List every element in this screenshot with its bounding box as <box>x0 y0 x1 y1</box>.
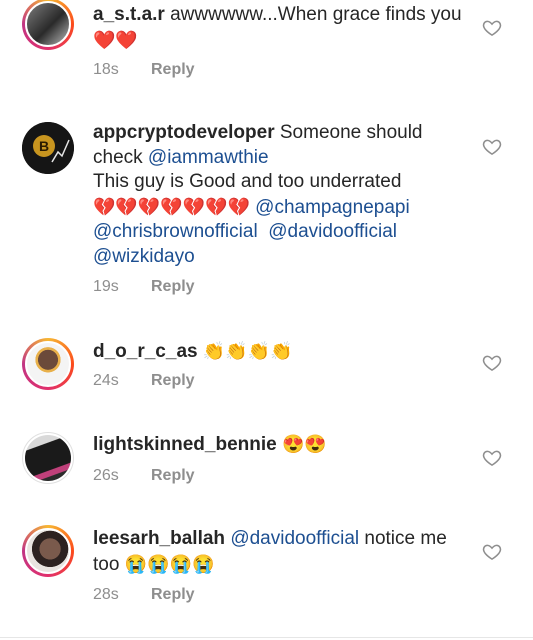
comment-timestamp: 28s <box>93 586 119 603</box>
comment-meta: 26s Reply <box>93 467 195 485</box>
comment-text: appcryptodeveloper Someone should check … <box>93 121 473 269</box>
mention-link[interactable]: @davidoofficial <box>268 221 397 242</box>
comment-username[interactable]: d_o_r_c_as <box>93 341 198 362</box>
comment-text: leesarh_ballah @davidoofficial notice me… <box>93 527 473 577</box>
emoji-group: 😍😍 <box>281 434 327 454</box>
emoji-group: ❤️❤️ <box>93 29 138 50</box>
comment-text: a_s.t.a.r awwwwww...When grace finds you… <box>93 3 473 53</box>
comment-body: This guy is Good and too underrated <box>93 171 402 192</box>
reply-button[interactable]: Reply <box>151 586 195 603</box>
heart-outline-icon[interactable] <box>482 18 502 38</box>
emoji-group: 💔💔💔💔💔💔💔 <box>93 196 250 217</box>
mention-link[interactable]: @chrisbrownofficial <box>93 221 258 242</box>
emoji-group: 😭😭😭😭 <box>124 553 215 574</box>
reply-button[interactable]: Reply <box>151 61 195 78</box>
comment-meta: 24s Reply <box>93 372 195 390</box>
comment-timestamp: 19s <box>93 278 119 295</box>
comment-meta: 19s Reply <box>93 278 195 296</box>
comment-text: lightskinned_bennie 😍😍 <box>93 432 473 458</box>
mention-link[interactable]: @davidoofficial <box>230 528 359 549</box>
comment-username[interactable]: lightskinned_bennie <box>93 434 277 455</box>
bitcoin-logo-icon: B <box>22 122 74 174</box>
comment-username[interactable]: leesarh_ballah <box>93 528 225 549</box>
reply-button[interactable]: Reply <box>151 372 195 389</box>
comment-timestamp: 18s <box>93 61 119 78</box>
reply-button[interactable]: Reply <box>151 467 195 484</box>
emoji-group: 👏👏👏👏 <box>202 341 293 361</box>
comment-timestamp: 26s <box>93 467 119 484</box>
mention-link[interactable]: @wizkidayo <box>93 246 195 267</box>
comment-text: d_o_r_c_as 👏👏👏👏 <box>93 339 473 365</box>
comment-timestamp: 24s <box>93 372 119 389</box>
avatar[interactable]: B <box>22 122 74 174</box>
mention-link[interactable]: @champagnepapi <box>255 197 410 218</box>
avatar[interactable] <box>22 338 74 390</box>
avatar[interactable] <box>22 432 74 484</box>
heart-outline-icon[interactable] <box>482 448 502 468</box>
mention-link[interactable]: @iammawthie <box>148 147 269 168</box>
comment-meta: 18s Reply <box>93 61 195 79</box>
heart-outline-icon[interactable] <box>482 137 502 157</box>
svg-text:B: B <box>39 138 49 154</box>
bottom-divider <box>0 637 533 638</box>
avatar[interactable] <box>22 525 74 577</box>
comment-body: awwwwww...When grace finds you <box>164 4 462 25</box>
comment-username[interactable]: appcryptodeveloper <box>93 122 275 143</box>
reply-button[interactable]: Reply <box>151 278 195 295</box>
comment-meta: 28s Reply <box>93 586 195 604</box>
heart-outline-icon[interactable] <box>482 353 502 373</box>
comment-username[interactable]: a_s.t.a.r <box>93 4 165 25</box>
heart-outline-icon[interactable] <box>482 542 502 562</box>
avatar[interactable] <box>22 0 74 50</box>
